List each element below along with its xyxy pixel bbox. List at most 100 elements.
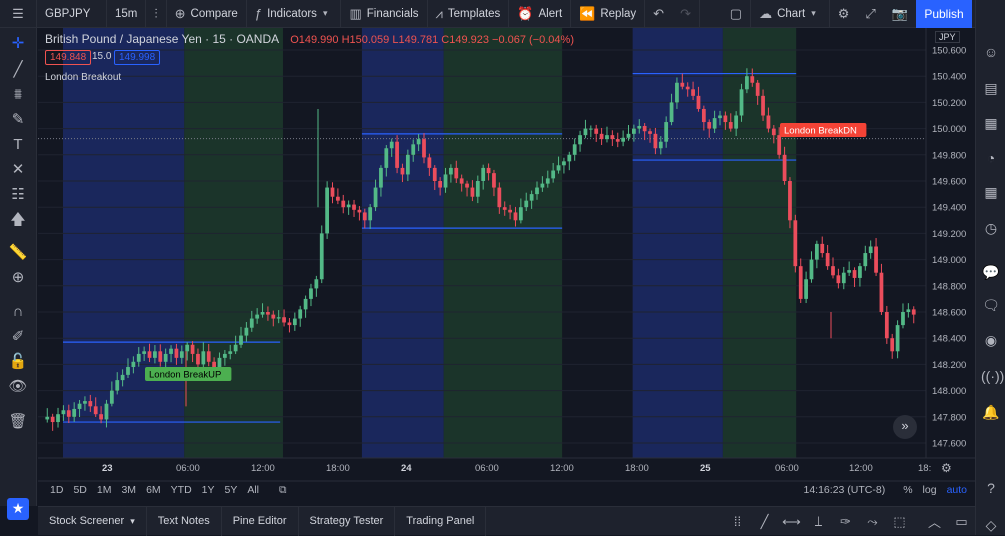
- notifications-icon[interactable]: 🔔: [981, 402, 1001, 422]
- rectangle-icon[interactable]: ⬚: [886, 514, 913, 530]
- candle-body: [449, 167, 453, 175]
- time-tick-label: 18:00: [326, 463, 350, 474]
- compare-button[interactable]: ⊕ Compare: [167, 0, 247, 28]
- arrow-up-icon[interactable]: 🡅: [8, 210, 28, 230]
- axis-settings-icon[interactable]: ⚙: [941, 461, 952, 475]
- hotlist-icon[interactable]: ◷: [981, 218, 1001, 238]
- london-breakdn-signal[interactable]: London BreakDN: [780, 123, 867, 137]
- chat-icon[interactable]: 💬: [981, 262, 1001, 282]
- help-icon[interactable]: ?: [981, 478, 1001, 498]
- vertical-line-icon[interactable]: ⟘: [805, 514, 832, 530]
- candle-body: [599, 133, 604, 140]
- symbol-search[interactable]: GBPJPY: [37, 0, 107, 28]
- drag-handle-icon[interactable]: ⁞⁞: [724, 514, 751, 529]
- scroll-to-realtime-button[interactable]: »: [893, 415, 917, 439]
- maximize-panel-icon[interactable]: ▭: [948, 514, 975, 530]
- timeframe-1y[interactable]: 1Y: [197, 484, 220, 497]
- indicators-label: Indicators: [267, 7, 317, 20]
- broadcast-icon[interactable]: ((·)): [981, 366, 1004, 386]
- indicator-legend[interactable]: London Breakout: [45, 72, 121, 83]
- snapshot-button[interactable]: 📷: [884, 0, 917, 28]
- timeframe-1m[interactable]: 1M: [92, 484, 117, 497]
- ask-price-box[interactable]: 149.998: [114, 50, 161, 65]
- calendar-icon[interactable]: ▦: [981, 182, 1001, 202]
- horizontal-line-icon[interactable]: ⟷: [778, 514, 805, 530]
- news-icon[interactable]: ▤: [981, 78, 1001, 98]
- ruler-icon[interactable]: 📏: [8, 243, 28, 263]
- currency-label[interactable]: JPY: [935, 31, 960, 43]
- timeframe-3m[interactable]: 3M: [116, 484, 141, 497]
- tab-label: Stock Screener: [49, 515, 125, 527]
- trash-icon[interactable]: 🗑: [8, 412, 28, 432]
- publish-button[interactable]: Publish: [916, 0, 972, 28]
- candle-body: [820, 243, 825, 254]
- price-tick-label: 147.600: [932, 439, 966, 450]
- replay-button[interactable]: ⏪ Replay: [571, 0, 646, 28]
- timeframe-ytd[interactable]: YTD: [166, 484, 197, 497]
- streams-icon[interactable]: ◉: [981, 330, 1001, 350]
- trendline-tool-icon[interactable]: ╱: [751, 514, 778, 530]
- fullscreen-button[interactable]: ⤢: [857, 0, 883, 28]
- magnet-icon[interactable]: ∩: [8, 302, 28, 322]
- pen-icon[interactable]: ✑: [832, 514, 859, 530]
- chevron-down-icon: ▾: [130, 515, 135, 526]
- price-chart[interactable]: London BreakUP London BreakDN 150.600 150.4…: [38, 28, 975, 506]
- date-range-icon[interactable]: ⧉: [274, 484, 292, 497]
- chart-pane[interactable]: London BreakUP London BreakDN 150.600 150.4…: [38, 28, 975, 506]
- favorites-star-icon[interactable]: ★: [7, 498, 29, 520]
- indicators-button[interactable]: ƒ Indicators ▾: [247, 0, 342, 28]
- watchlist-icon[interactable]: ☺: [981, 42, 1001, 62]
- prediction-icon[interactable]: ☷: [8, 185, 28, 205]
- timeframe-5d[interactable]: 5D: [68, 484, 91, 497]
- tab-stock-screener[interactable]: Stock Screener ▾: [38, 506, 147, 536]
- tab-trading-panel[interactable]: Trading Panel: [395, 506, 487, 536]
- candle-body: [233, 344, 238, 352]
- tab-pine-editor[interactable]: Pine Editor: [222, 506, 299, 536]
- data-window-icon[interactable]: ▦: [981, 113, 1001, 133]
- ideas-icon[interactable]: 🗨: [981, 295, 1001, 315]
- text-icon[interactable]: T: [8, 135, 28, 155]
- trendline-icon[interactable]: ╱: [8, 60, 28, 80]
- menu-icon[interactable]: ☰: [0, 0, 37, 28]
- london-breakup-signal[interactable]: London BreakUP: [145, 367, 232, 381]
- crosshair-icon[interactable]: ✛: [8, 34, 28, 54]
- candle-body: [115, 380, 120, 391]
- timeframe-1d[interactable]: 1D: [45, 484, 68, 497]
- timeframe-all[interactable]: All: [242, 484, 264, 497]
- tab-text-notes[interactable]: Text Notes: [147, 506, 222, 536]
- timeframe-6m[interactable]: 6M: [141, 484, 166, 497]
- fullscreen-layout-button[interactable]: ▢: [722, 0, 752, 28]
- financials-button[interactable]: ▥ Financials: [341, 0, 428, 28]
- eye-icon[interactable]: 👁: [8, 377, 28, 397]
- redo-button[interactable]: ↷: [672, 0, 700, 28]
- templates-button[interactable]: ⩘ Templates: [428, 0, 510, 28]
- percent-scale-toggle[interactable]: %: [903, 484, 912, 496]
- chart-style-button[interactable]: ⫶: [146, 0, 167, 28]
- lock-icon[interactable]: 🔓: [8, 352, 28, 372]
- candle-body: [212, 361, 216, 368]
- auto-scale-toggle[interactable]: auto: [947, 484, 967, 496]
- diamond-icon[interactable]: ◇: [981, 515, 1001, 535]
- bid-price-box[interactable]: 149.848: [45, 50, 92, 65]
- clock-display[interactable]: 14:16:23 (UTC-8): [804, 484, 886, 496]
- candle-body: [206, 351, 211, 362]
- tab-strategy-tester[interactable]: Strategy Tester: [299, 506, 396, 536]
- candle-body: [470, 187, 475, 197]
- chevron-up-icon[interactable]: ︿: [921, 512, 948, 531]
- candle-body: [578, 135, 582, 145]
- fib-icon[interactable]: ⩩: [8, 85, 28, 105]
- pattern-icon[interactable]: ✕: [8, 160, 28, 180]
- clock-icon[interactable]: ◔: [981, 148, 1001, 168]
- pencil-lock-icon[interactable]: ✐: [8, 327, 28, 347]
- alert-button[interactable]: ⏰ Alert: [509, 0, 572, 28]
- undo-button[interactable]: ↶: [645, 0, 672, 28]
- brush-icon[interactable]: ✎: [8, 110, 28, 130]
- timeframe-5y[interactable]: 5Y: [220, 484, 243, 497]
- log-scale-toggle[interactable]: log: [923, 484, 937, 496]
- path-icon[interactable]: ⤳: [859, 514, 886, 530]
- interval-button[interactable]: 15m: [107, 0, 147, 28]
- settings-button[interactable]: ⚙: [830, 0, 858, 28]
- zoom-in-icon[interactable]: ⊕: [8, 268, 28, 288]
- candle-body: [239, 335, 243, 345]
- chart-layout-button[interactable]: ☁ Chart ▾: [751, 0, 830, 28]
